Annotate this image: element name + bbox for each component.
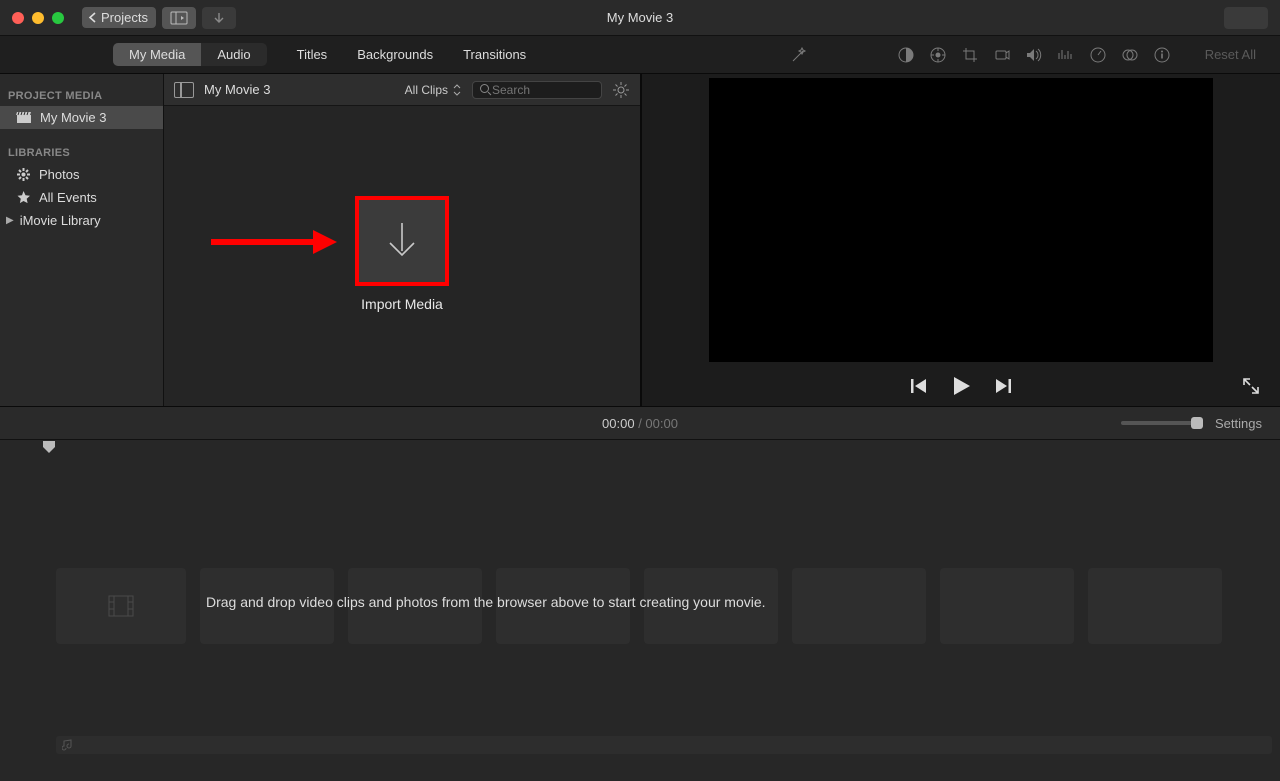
volume-icon[interactable]	[1025, 47, 1043, 63]
content-layout-toggle[interactable]	[174, 82, 194, 98]
projects-label: Projects	[101, 10, 148, 25]
reset-all-button[interactable]: Reset All	[1205, 47, 1256, 62]
clips-filter-label: All Clips	[405, 83, 448, 97]
play-button[interactable]	[950, 375, 972, 397]
sidebar-item-photos-label: Photos	[39, 167, 79, 182]
viewer-panel	[642, 74, 1280, 406]
clip-placeholder	[56, 568, 186, 644]
library-toggle-button[interactable]	[162, 7, 196, 29]
titlebar: Projects My Movie 3	[0, 0, 1280, 36]
clip-placeholder	[792, 568, 926, 644]
sidebar-heading-project-media: PROJECT MEDIA	[0, 86, 163, 106]
time-total: 00:00	[645, 416, 678, 431]
star-icon	[16, 190, 31, 205]
up-down-chevron-icon	[452, 84, 462, 96]
adjust-toolbar: Reset All	[789, 45, 1280, 65]
speed-icon[interactable]	[1089, 46, 1107, 64]
download-arrow-icon	[382, 219, 422, 263]
skip-back-icon	[910, 378, 928, 394]
enhance-wand-icon[interactable]	[789, 45, 809, 65]
browser-body: Import Media	[164, 106, 640, 406]
timeline-header: 00:00 / 00:00 Settings	[0, 406, 1280, 440]
tab-backgrounds[interactable]: Backgrounds	[357, 47, 433, 62]
category-tabs: My Media Audio Titles Backgrounds Transi…	[0, 36, 1280, 74]
time-sep: /	[635, 416, 646, 431]
sidebar-item-library-label: iMovie Library	[20, 213, 101, 228]
media-audio-segment: My Media Audio	[113, 43, 267, 66]
search-icon	[479, 83, 492, 96]
search-field[interactable]	[472, 81, 602, 99]
tab-audio[interactable]: Audio	[201, 43, 266, 66]
sidebar-item-imovie-library[interactable]: ▶ iMovie Library	[0, 209, 163, 232]
zoom-window[interactable]	[52, 12, 64, 24]
playhead-icon[interactable]	[42, 440, 56, 454]
library-list-icon	[170, 11, 188, 25]
skip-forward-icon	[994, 378, 1012, 394]
minimize-window[interactable]	[32, 12, 44, 24]
fullscreen-button[interactable]	[1242, 377, 1260, 395]
tab-transitions[interactable]: Transitions	[463, 47, 526, 62]
search-input[interactable]	[492, 83, 582, 97]
import-media-button[interactable]	[359, 200, 445, 282]
info-icon[interactable]	[1153, 46, 1171, 64]
browser-event-title: My Movie 3	[204, 82, 270, 97]
playback-controls	[642, 366, 1280, 406]
share-button[interactable]	[1224, 7, 1268, 29]
close-window[interactable]	[12, 12, 24, 24]
import-button[interactable]	[202, 7, 236, 29]
clip-filter-icon[interactable]	[1121, 46, 1139, 64]
media-browser: My Movie 3 All Clips	[164, 74, 642, 406]
film-icon	[108, 595, 134, 617]
sidebar-item-project[interactable]: My Movie 3	[0, 106, 163, 129]
stabilization-icon[interactable]	[993, 48, 1011, 62]
gear-icon	[612, 81, 630, 99]
prev-button[interactable]	[910, 378, 928, 394]
clapperboard-icon	[16, 111, 32, 124]
tab-my-media[interactable]: My Media	[113, 43, 201, 66]
download-arrow-icon	[212, 11, 226, 25]
sidebar-item-all-events-label: All Events	[39, 190, 97, 205]
music-note-icon	[62, 739, 74, 751]
chevron-left-icon	[88, 12, 97, 23]
browser-toolbar: My Movie 3 All Clips	[164, 74, 640, 106]
disclosure-triangle-icon[interactable]: ▶	[6, 215, 14, 226]
color-balance-icon[interactable]	[897, 46, 915, 64]
color-correction-icon[interactable]	[929, 46, 947, 64]
window-controls	[12, 12, 64, 24]
zoom-slider[interactable]	[1121, 421, 1201, 425]
sidebar: PROJECT MEDIA My Movie 3 LIBRARIES Photo…	[0, 74, 164, 406]
projects-back-button[interactable]: Projects	[82, 7, 156, 28]
preview-frame	[709, 78, 1213, 362]
sidebar-item-all-events[interactable]: All Events	[0, 186, 163, 209]
clips-filter-dropdown[interactable]: All Clips	[405, 83, 462, 97]
timeline[interactable]: Drag and drop video clips and photos fro…	[0, 440, 1280, 781]
flower-icon	[16, 167, 31, 182]
sidebar-heading-libraries: LIBRARIES	[0, 143, 163, 163]
audio-track[interactable]	[56, 736, 1272, 754]
main-split: PROJECT MEDIA My Movie 3 LIBRARIES Photo…	[0, 74, 1280, 406]
timecode-display: 00:00 / 00:00	[0, 416, 1280, 431]
sidebar-item-project-label: My Movie 3	[40, 110, 106, 125]
tab-titles[interactable]: Titles	[297, 47, 328, 62]
clip-placeholder	[940, 568, 1074, 644]
clip-placeholder	[1088, 568, 1222, 644]
crop-icon[interactable]	[961, 46, 979, 64]
import-media-label: Import Media	[361, 296, 443, 312]
expand-icon	[1242, 377, 1260, 395]
viewer-canvas	[642, 74, 1280, 366]
annotation-arrow-icon	[209, 228, 339, 256]
noise-reduction-icon[interactable]	[1057, 47, 1075, 63]
browser-settings-button[interactable]	[612, 81, 630, 99]
timeline-hint-text: Drag and drop video clips and photos fro…	[206, 594, 766, 610]
sidebar-item-photos[interactable]: Photos	[0, 163, 163, 186]
play-icon	[950, 375, 972, 397]
next-button[interactable]	[994, 378, 1012, 394]
zoom-thumb[interactable]	[1191, 417, 1203, 429]
time-current: 00:00	[602, 416, 635, 431]
